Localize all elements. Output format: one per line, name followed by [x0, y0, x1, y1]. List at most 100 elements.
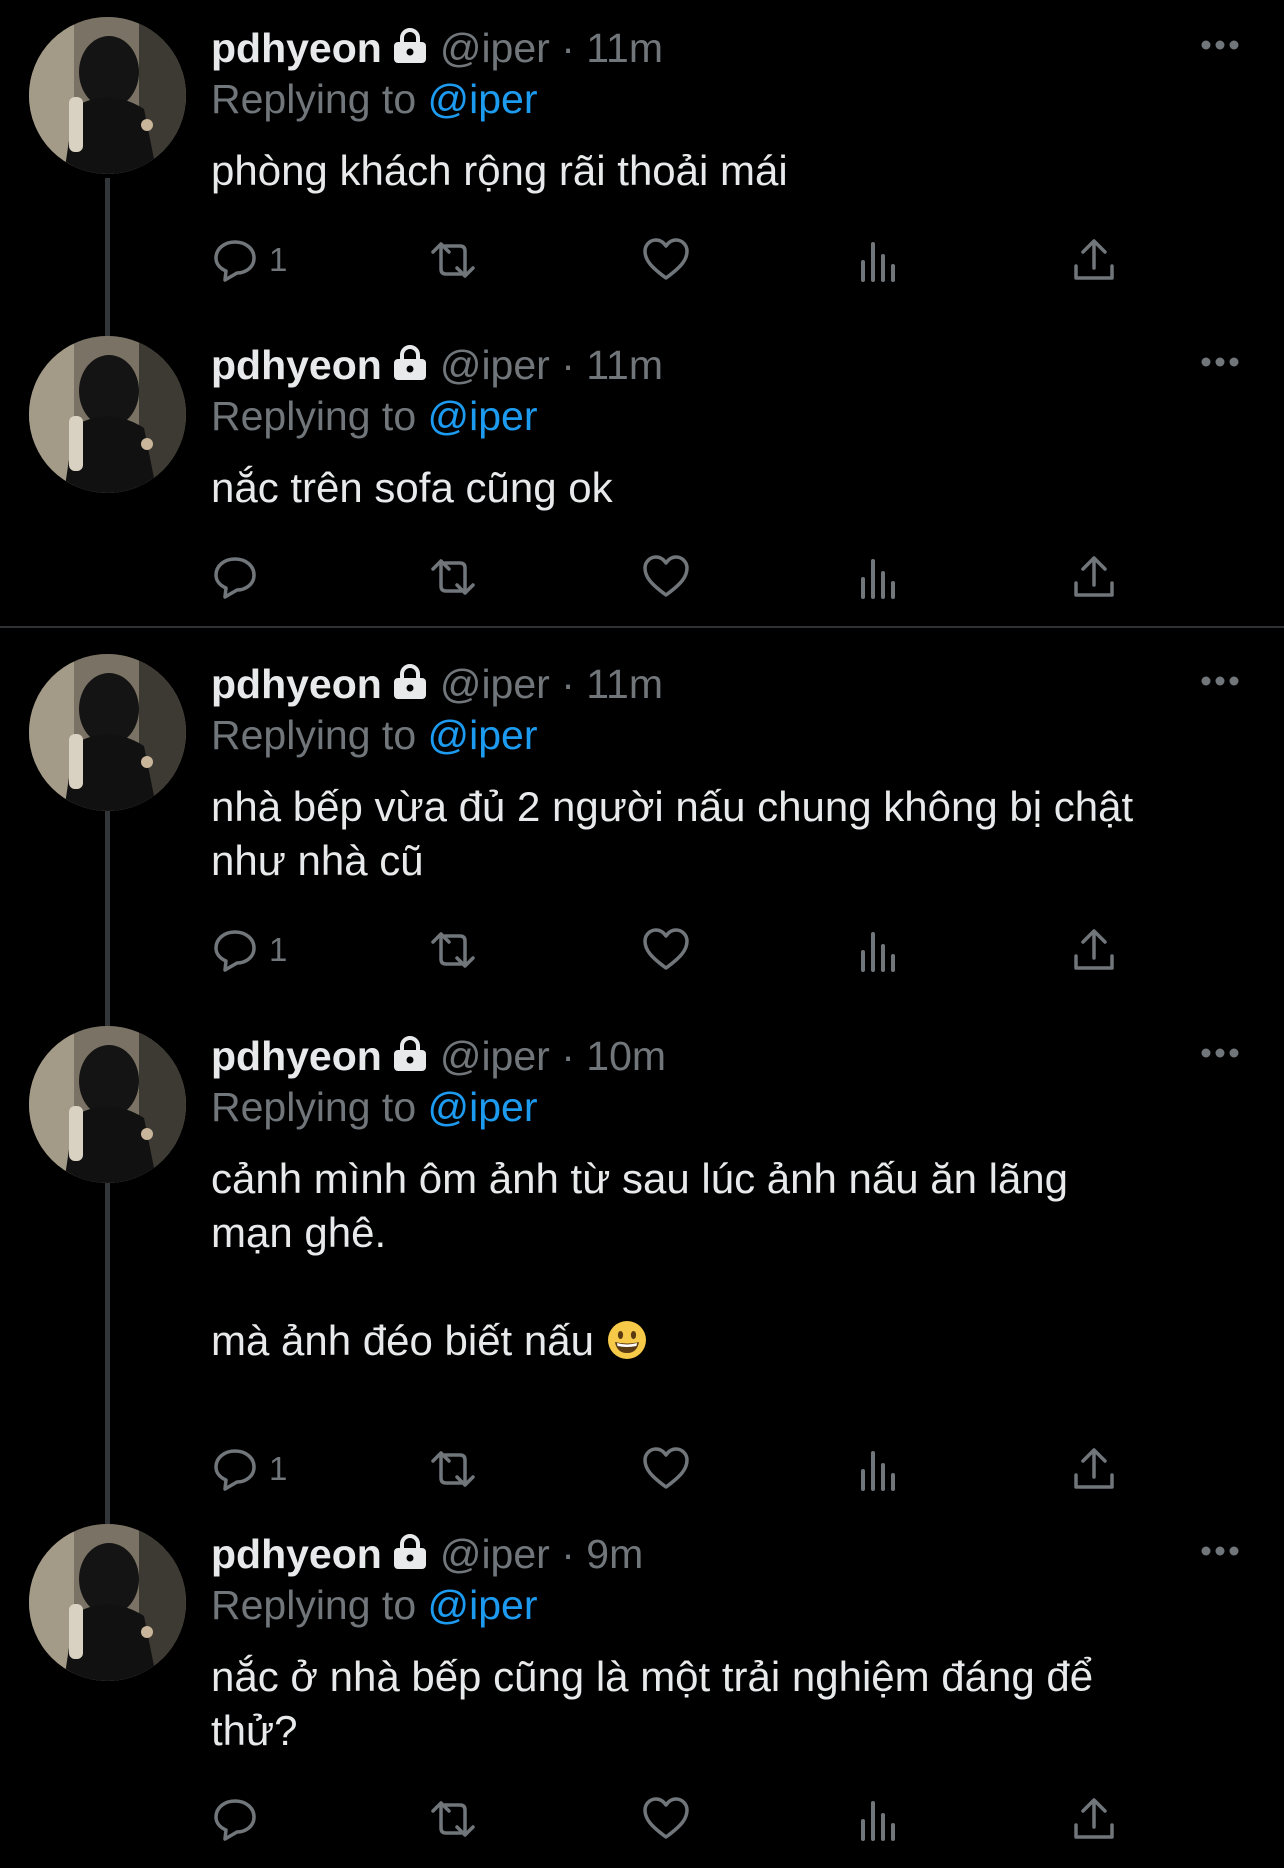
tweet-text: cảnh mình ôm ảnh từ sau lúc ảnh nấu ăn l… [211, 1152, 1251, 1368]
display-name[interactable]: pdhyeon [211, 25, 382, 71]
avatar[interactable] [29, 17, 186, 174]
action-bar: 1 [211, 1444, 1151, 1494]
separator: · [561, 661, 575, 707]
avatar[interactable] [29, 1026, 186, 1183]
tweet[interactable]: pdhyeon @iper · 11m Replying to @iper nắc… [0, 330, 1284, 626]
reply-icon [214, 557, 256, 599]
reply-button[interactable]: 1 [211, 235, 287, 285]
mention-link[interactable]: @iper [428, 393, 538, 439]
tweet-header: pdhyeon @iper · 11m [211, 660, 663, 710]
separator: · [561, 25, 575, 71]
reply-button[interactable] [211, 552, 269, 602]
like-icon [643, 238, 689, 280]
like-button[interactable] [641, 1794, 691, 1844]
views-button[interactable] [858, 1444, 900, 1494]
tweet-header: pdhyeon @iper · 11m [211, 24, 663, 74]
lock-icon [390, 662, 430, 710]
more-icon[interactable] [1200, 1544, 1240, 1558]
handle[interactable]: @iper [440, 25, 550, 71]
share-icon [1074, 1448, 1114, 1489]
reply-button[interactable]: 1 [211, 1444, 287, 1494]
views-button[interactable] [858, 552, 900, 602]
reply-button[interactable]: 1 [211, 925, 287, 975]
like-icon [643, 1447, 689, 1489]
handle[interactable]: @iper [440, 342, 550, 388]
timestamp[interactable]: 11m [586, 342, 663, 388]
like-button[interactable] [641, 925, 691, 975]
lock-icon [390, 343, 430, 391]
tweet[interactable]: pdhyeon @iper · 9m Replying to @iper nắc … [0, 1520, 1284, 1868]
timestamp[interactable]: 11m [586, 661, 663, 707]
views-icon [861, 1801, 895, 1841]
like-button[interactable] [641, 235, 691, 285]
timestamp[interactable]: 9m [586, 1531, 643, 1577]
avatar[interactable] [29, 654, 186, 811]
share-button[interactable] [1071, 1444, 1117, 1494]
reply-count: 1 [269, 1450, 288, 1487]
replying-to: Replying to @iper [211, 1581, 538, 1629]
avatar[interactable] [29, 1524, 186, 1681]
like-button[interactable] [641, 552, 691, 602]
like-icon [643, 1797, 689, 1839]
tweet[interactable]: pdhyeon @iper · 11m Replying to @iper nhà… [0, 640, 1284, 1030]
handle[interactable]: @iper [440, 1531, 550, 1577]
more-icon[interactable] [1200, 674, 1240, 688]
tweet-header: pdhyeon @iper · 9m [211, 1530, 643, 1580]
lock-icon [390, 26, 430, 74]
tweet-header: pdhyeon @iper · 11m [211, 341, 663, 391]
tweet[interactable]: pdhyeon @iper · 10m Replying to @iper cản… [0, 1023, 1284, 1527]
timestamp[interactable]: 11m [586, 25, 663, 71]
views-button[interactable] [858, 925, 900, 975]
reply-icon [214, 1449, 256, 1491]
mention-link[interactable]: @iper [428, 1582, 538, 1628]
retweet-icon [431, 1451, 475, 1487]
like-icon [643, 555, 689, 597]
action-bar: 1 [211, 925, 1151, 975]
display-name[interactable]: pdhyeon [211, 661, 382, 707]
thread-line [105, 178, 110, 336]
display-name[interactable]: pdhyeon [211, 342, 382, 388]
reply-button[interactable] [211, 1794, 269, 1844]
share-icon [1074, 929, 1114, 970]
views-button[interactable] [858, 235, 900, 285]
retweet-icon [431, 1801, 475, 1837]
lock-icon [390, 1034, 430, 1082]
display-name[interactable]: pdhyeon [211, 1531, 382, 1577]
timestamp[interactable]: 10m [586, 1033, 666, 1079]
thread-line [105, 1183, 110, 1527]
replying-to: Replying to @iper [211, 75, 538, 123]
replying-to: Replying to @iper [211, 392, 538, 440]
share-button[interactable] [1071, 235, 1117, 285]
more-icon[interactable] [1200, 38, 1240, 52]
replying-to-label: Replying to [211, 76, 428, 122]
retweet-button[interactable] [425, 552, 481, 602]
mention-link[interactable]: @iper [428, 1084, 538, 1130]
mention-link[interactable]: @iper [428, 76, 538, 122]
separator: · [561, 342, 575, 388]
lock-icon [390, 1532, 430, 1580]
more-icon[interactable] [1200, 1046, 1240, 1060]
tweet-text: nắc ở nhà bếp cũng là một trải nghiệm đá… [211, 1653, 1094, 1754]
share-icon [1074, 1798, 1114, 1839]
tweet[interactable]: pdhyeon @iper · 11m Replying to @iper phò… [0, 0, 1284, 336]
tweet-text: phòng khách rộng rãi thoải mái [211, 147, 788, 194]
views-button[interactable] [858, 1794, 900, 1844]
share-button[interactable] [1071, 1794, 1117, 1844]
more-icon[interactable] [1200, 355, 1240, 369]
retweet-icon [431, 932, 475, 968]
handle[interactable]: @iper [440, 661, 550, 707]
retweet-button[interactable] [425, 1444, 481, 1494]
retweet-button[interactable] [425, 235, 481, 285]
tweet-header: pdhyeon @iper · 10m [211, 1032, 666, 1082]
reply-icon [214, 930, 256, 972]
mention-link[interactable]: @iper [428, 712, 538, 758]
like-button[interactable] [641, 1444, 691, 1494]
share-button[interactable] [1071, 552, 1117, 602]
avatar[interactable] [29, 336, 186, 493]
reply-count: 1 [269, 931, 288, 968]
retweet-button[interactable] [425, 1794, 481, 1844]
retweet-button[interactable] [425, 925, 481, 975]
display-name[interactable]: pdhyeon [211, 1033, 382, 1079]
handle[interactable]: @iper [440, 1033, 550, 1079]
share-button[interactable] [1071, 925, 1117, 975]
